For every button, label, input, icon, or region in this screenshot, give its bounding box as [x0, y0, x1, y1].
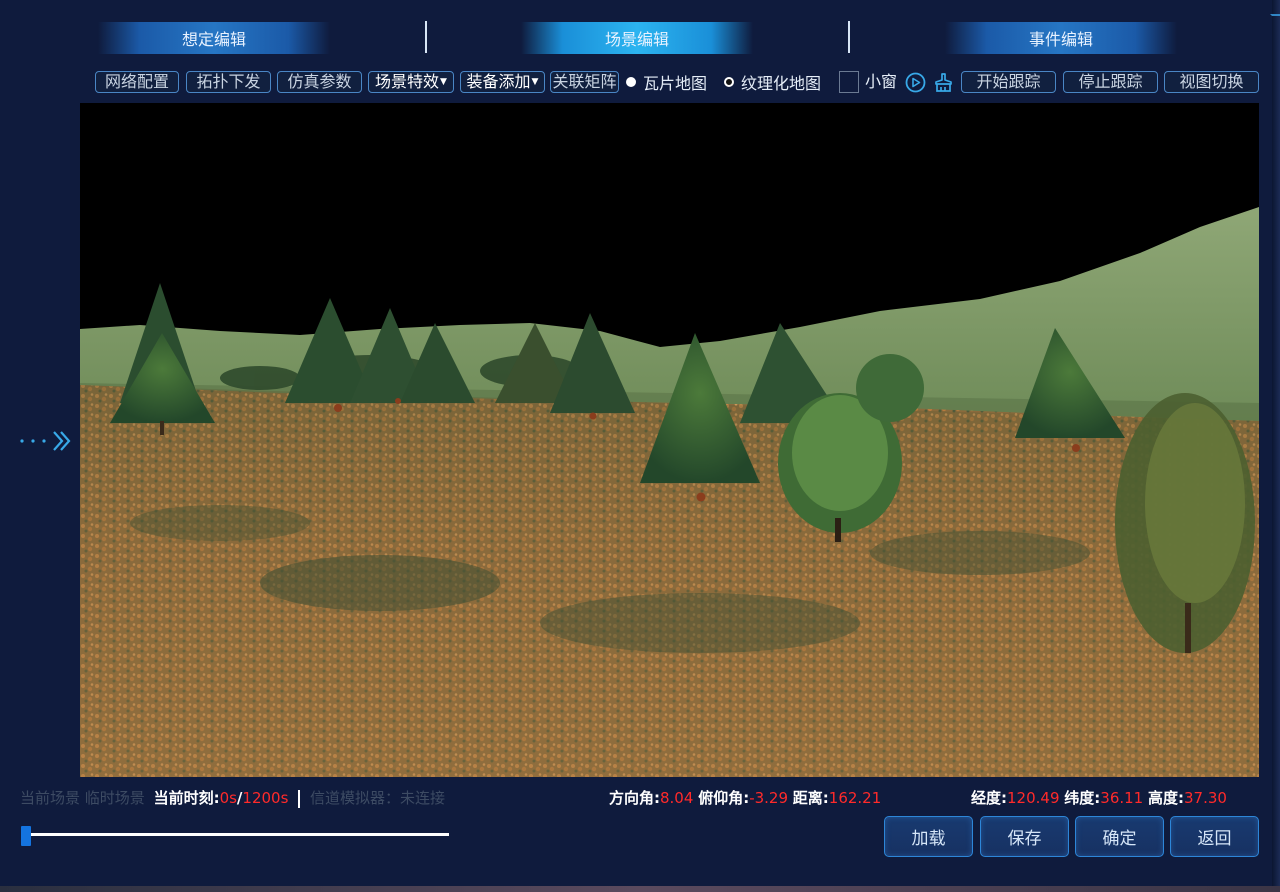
tab-scenario-edit[interactable]: 想定编辑	[98, 22, 330, 54]
radio-unselected-icon	[724, 77, 734, 87]
azimuth-value: 8.04	[660, 789, 694, 807]
textured-map-radio[interactable]: 纹理化地图	[724, 71, 821, 93]
small-window-checkbox[interactable]	[839, 71, 859, 93]
small-window-label: 小窗	[865, 72, 898, 91]
current-time-value: 0s	[219, 789, 237, 807]
brush-icon[interactable]	[933, 72, 954, 93]
start-tracking-button[interactable]: 开始跟踪	[961, 71, 1056, 93]
sim-params-button[interactable]: 仿真参数	[277, 71, 362, 93]
tab-scene-edit[interactable]: 场景编辑	[521, 22, 753, 54]
pitch-label: 俯仰角:	[698, 789, 750, 807]
scene-status: 当前场景 临时场景 当前时刻:0s/1200s 信道模拟器：未连接	[20, 788, 445, 808]
start-tracking-label: 开始跟踪	[976, 72, 1041, 91]
timeline-track[interactable]	[22, 833, 449, 836]
chevron-down-icon: ▼	[440, 77, 447, 87]
sim-params-label: 仿真参数	[287, 72, 352, 91]
distance-label: 距离:	[792, 789, 829, 807]
assoc-matrix-button[interactable]: 关联矩阵	[550, 71, 619, 93]
chevron-right-icon	[20, 431, 71, 451]
altitude-label: 高度:	[1148, 789, 1185, 807]
view-switch-button[interactable]: 视图切换	[1164, 71, 1259, 93]
tab-divider	[425, 21, 427, 53]
stop-tracking-button[interactable]: 停止跟踪	[1063, 71, 1158, 93]
channel-status: 信道模拟器：未连接	[309, 789, 445, 807]
play-circle-icon[interactable]	[905, 72, 926, 93]
load-button[interactable]: 加载	[884, 816, 973, 857]
current-time-label: 当前时刻:	[153, 789, 220, 807]
azimuth-label: 方向角:	[609, 789, 660, 807]
topology-dispatch-button[interactable]: 拓扑下发	[186, 71, 271, 93]
window-bottom-edge	[0, 886, 1280, 892]
latitude-value: 36.11	[1100, 789, 1144, 807]
longitude-label: 经度:	[971, 789, 1007, 807]
network-config-label: 网络配置	[104, 72, 169, 91]
distance-value: 162.21	[828, 789, 882, 807]
tab-divider	[848, 21, 850, 53]
geo-readout: 经度:120.49 纬度:36.11 高度:37.30	[971, 788, 1227, 808]
tile-map-label: 瓦片地图	[643, 74, 708, 93]
confirm-button[interactable]: 确定	[1075, 816, 1164, 857]
current-scene-label: 当前场景 临时场景	[20, 789, 145, 807]
textured-map-label: 纹理化地图	[741, 74, 822, 93]
altitude-value: 37.30	[1184, 789, 1227, 807]
topology-dispatch-label: 拓扑下发	[196, 72, 261, 91]
tab-event-edit[interactable]: 事件编辑	[945, 22, 1177, 54]
tile-map-radio[interactable]: 瓦片地图	[626, 71, 707, 93]
assoc-matrix-label: 关联矩阵	[552, 72, 617, 91]
terrain-scene	[80, 103, 1259, 777]
scene-effects-dropdown[interactable]: 场景特效 ▼	[368, 71, 454, 93]
view-switch-label: 视图切换	[1179, 72, 1244, 91]
status-divider	[298, 789, 301, 808]
total-time-value: 1200s	[242, 789, 289, 807]
camera-readout: 方向角:8.04 俯仰角:-3.29 距离:162.21	[609, 788, 881, 808]
back-button[interactable]: 返回	[1170, 816, 1259, 857]
tree	[856, 354, 924, 422]
longitude-value: 120.49	[1007, 789, 1060, 807]
save-button[interactable]: 保存	[980, 816, 1069, 857]
chevron-down-icon: ▼	[531, 77, 539, 87]
latitude-label: 纬度:	[1064, 789, 1101, 807]
stop-tracking-label: 停止跟踪	[1078, 72, 1143, 91]
radio-selected-icon	[626, 77, 636, 87]
scene-effects-label: 场景特效	[375, 72, 440, 91]
window-edge	[1272, 0, 1280, 892]
scene-3d-viewport[interactable]	[80, 103, 1259, 777]
equipment-add-dropdown[interactable]: 装备添加 ▼	[460, 71, 545, 93]
side-panel-expand[interactable]	[18, 428, 74, 452]
equipment-add-label: 装备添加	[466, 72, 531, 91]
pitch-value: -3.29	[749, 789, 788, 807]
tree	[1115, 393, 1255, 653]
timeline-slider-handle[interactable]	[21, 826, 31, 846]
network-config-button[interactable]: 网络配置	[95, 71, 179, 93]
